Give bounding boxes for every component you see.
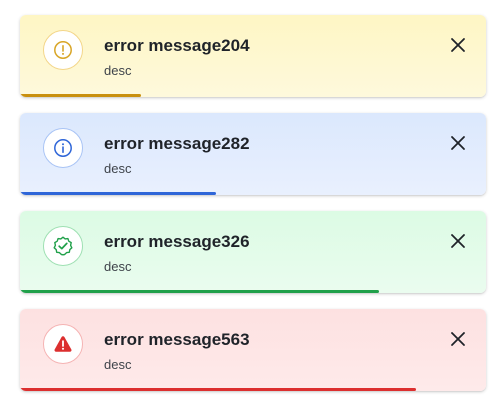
progress-track <box>20 388 486 391</box>
toast-success: error message326 desc <box>20 211 486 293</box>
toast-title: error message204 <box>104 36 250 55</box>
toast-description: desc <box>104 259 132 274</box>
close-icon <box>448 329 468 349</box>
progress-bar <box>20 192 216 195</box>
progress-track <box>20 192 486 195</box>
progress-bar <box>20 290 379 293</box>
progress-bar <box>20 94 142 97</box>
toast-description: desc <box>104 63 132 78</box>
toast-title: error message563 <box>104 330 250 349</box>
toast-title: error message282 <box>104 134 250 153</box>
progress-bar <box>20 388 417 391</box>
toast-info: error message282 desc <box>20 113 486 195</box>
toast-title: error message326 <box>104 232 250 251</box>
close-icon <box>448 231 468 251</box>
check-badge-icon <box>52 235 74 257</box>
progress-track <box>20 94 486 97</box>
close-icon <box>448 133 468 153</box>
toast-icon-badge <box>43 324 83 364</box>
alert-triangle-icon <box>53 334 73 354</box>
toast-description: desc <box>104 357 132 372</box>
toast-icon-badge <box>43 30 83 70</box>
warning-circle-icon <box>53 40 73 60</box>
toast-warning: error message204 desc <box>20 15 486 97</box>
toast-stack: error message204 desc error message282 d… <box>0 0 500 407</box>
info-circle-icon <box>53 138 73 158</box>
close-button[interactable] <box>448 231 468 251</box>
progress-track <box>20 290 486 293</box>
close-icon <box>448 35 468 55</box>
toast-error: error message563 desc <box>20 309 486 391</box>
close-button[interactable] <box>448 35 468 55</box>
toast-icon-badge <box>43 226 83 266</box>
toast-icon-badge <box>43 128 83 168</box>
close-button[interactable] <box>448 329 468 349</box>
close-button[interactable] <box>448 133 468 153</box>
toast-description: desc <box>104 161 132 176</box>
